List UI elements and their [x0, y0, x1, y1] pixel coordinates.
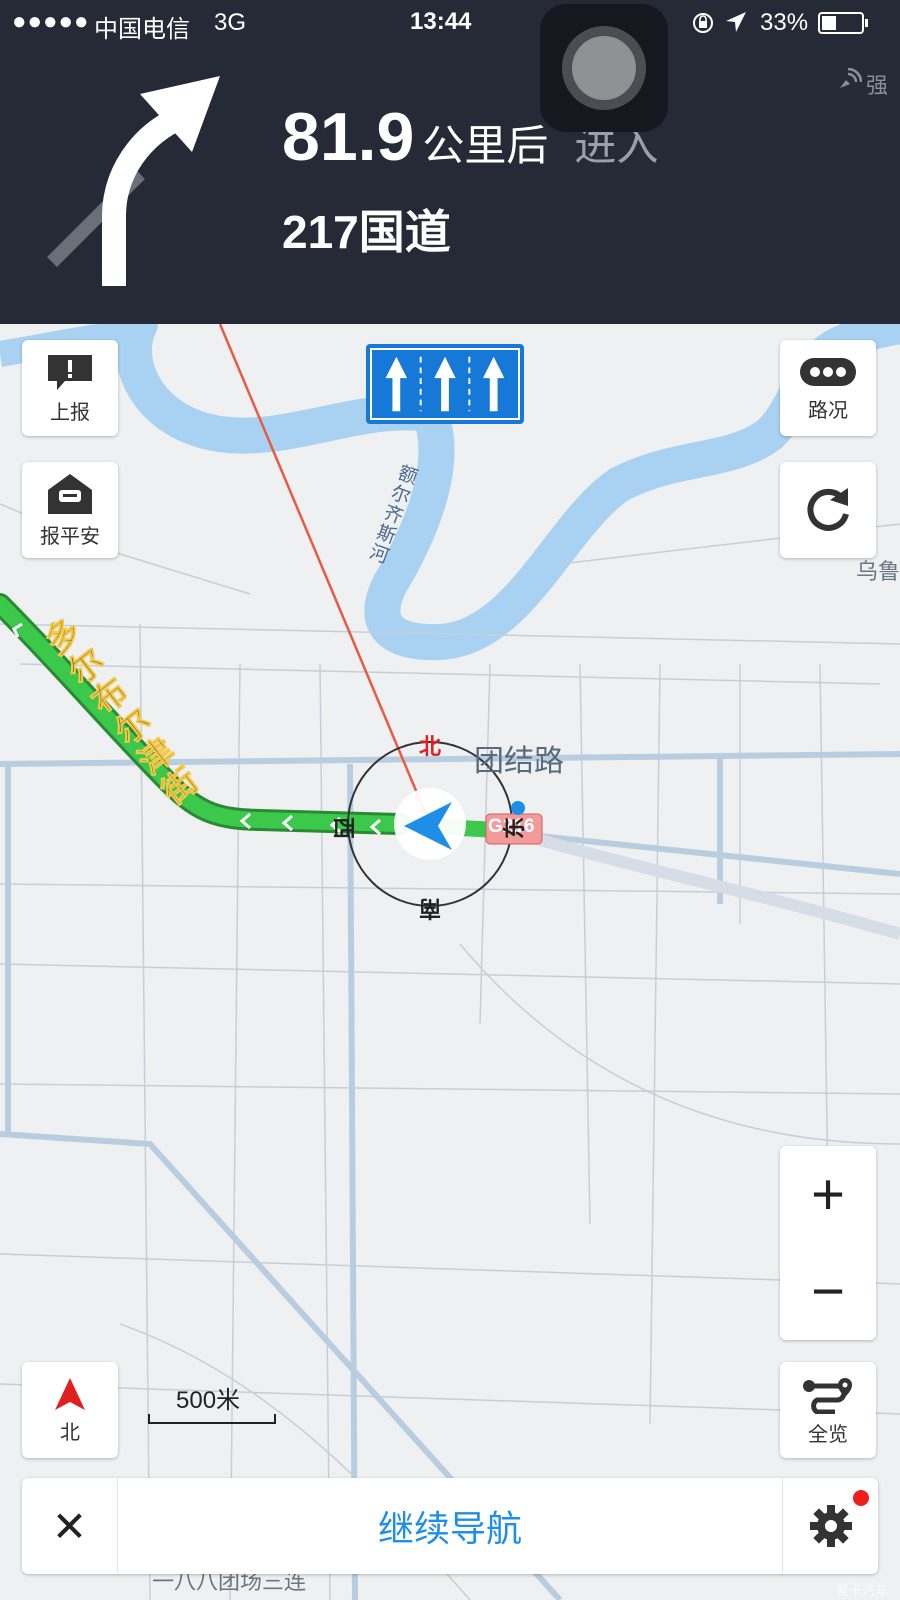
turn-right-arrow-icon [47, 76, 220, 286]
overview-button[interactable]: 全览 [780, 1362, 876, 1458]
report-label: 上报 [50, 401, 90, 424]
zoom-in-button[interactable]: + [811, 1165, 845, 1224]
traffic-button[interactable]: 路况 [780, 340, 876, 436]
scale-bar [148, 1414, 276, 1424]
distance-unit: 公里后 [422, 122, 549, 169]
orientation-lock-icon [693, 13, 713, 33]
exit-navigation-button[interactable]: ✕ [22, 1478, 118, 1574]
guidance-panel: 81.9 公里后 进入 217国道 强 [0, 4, 900, 324]
street-label-tuanjie: 团结路 [474, 745, 564, 778]
north-up-button[interactable]: 北 [22, 1362, 118, 1458]
main-streets [0, 751, 900, 1600]
highway-g216 [518, 828, 900, 940]
north-arrow-icon [55, 1377, 85, 1410]
refresh-icon [807, 488, 849, 531]
poi-dot [511, 801, 525, 815]
notification-dot [853, 1490, 869, 1506]
place-label-partial: 乌鲁 [856, 559, 900, 584]
compass-north: 北 [419, 734, 442, 759]
zoom-control: + − [780, 1146, 876, 1340]
settings-button[interactable] [782, 1478, 878, 1574]
gps-signal-label: 强 [866, 73, 889, 98]
status-bar: ●●●●● 中国电信 3G 13:44 33% [0, 0, 900, 46]
report-icon [48, 354, 92, 390]
location-arrow-icon [726, 12, 746, 32]
report-button[interactable]: 上报 [22, 340, 118, 436]
assistive-touch-button[interactable] [540, 4, 668, 132]
report-safe-label: 报平安 [40, 525, 100, 548]
envelope-icon [48, 473, 92, 514]
lane-arrows-icon [385, 356, 505, 412]
refresh-route-button[interactable] [780, 462, 876, 558]
network-type: 3G [214, 9, 247, 36]
north-label: 北 [60, 1421, 80, 1444]
bottom-action-bar: ✕ 继续导航 [22, 1478, 878, 1574]
map-view[interactable]: 额尔齐斯河 多尔布尔津街 团结路 乌鲁 G216 一八八团场三连 北 南 西 东 [0, 324, 900, 1600]
next-road-name: 217国道 [282, 206, 451, 258]
battery-percent: 33% [760, 9, 809, 36]
lane-guidance-sign [366, 344, 524, 424]
distance-value: 81.9 [282, 99, 415, 175]
report-safe-button[interactable]: 报平安 [22, 462, 118, 558]
continue-navigation-label: 继续导航 [377, 1508, 522, 1549]
clock: 13:44 [410, 8, 472, 35]
compass-south: 南 [419, 896, 442, 921]
watermark: 爱卡汽车 [836, 1583, 889, 1598]
traffic-icon [800, 357, 856, 386]
compass-west: 西 [331, 816, 357, 840]
minor-streets [0, 503, 900, 1600]
continue-navigation-button[interactable]: 继续导航 [118, 1478, 782, 1574]
zoom-out-button[interactable]: − [811, 1262, 845, 1321]
gps-signal-icon [840, 68, 862, 88]
traffic-label: 路况 [808, 399, 848, 422]
overview-label: 全览 [808, 1423, 848, 1446]
signal-strength: ●●●●● [12, 8, 90, 35]
scale-label: 500米 [176, 1387, 241, 1414]
route-overview-icon [803, 1377, 852, 1414]
gear-icon [809, 1505, 852, 1547]
carrier-name: 中国电信 [94, 16, 190, 43]
compass-east: 东 [502, 816, 528, 840]
battery-icon [818, 12, 868, 34]
river-island [170, 338, 251, 395]
map-canvas [0, 324, 900, 1600]
close-icon: ✕ [51, 1502, 88, 1550]
